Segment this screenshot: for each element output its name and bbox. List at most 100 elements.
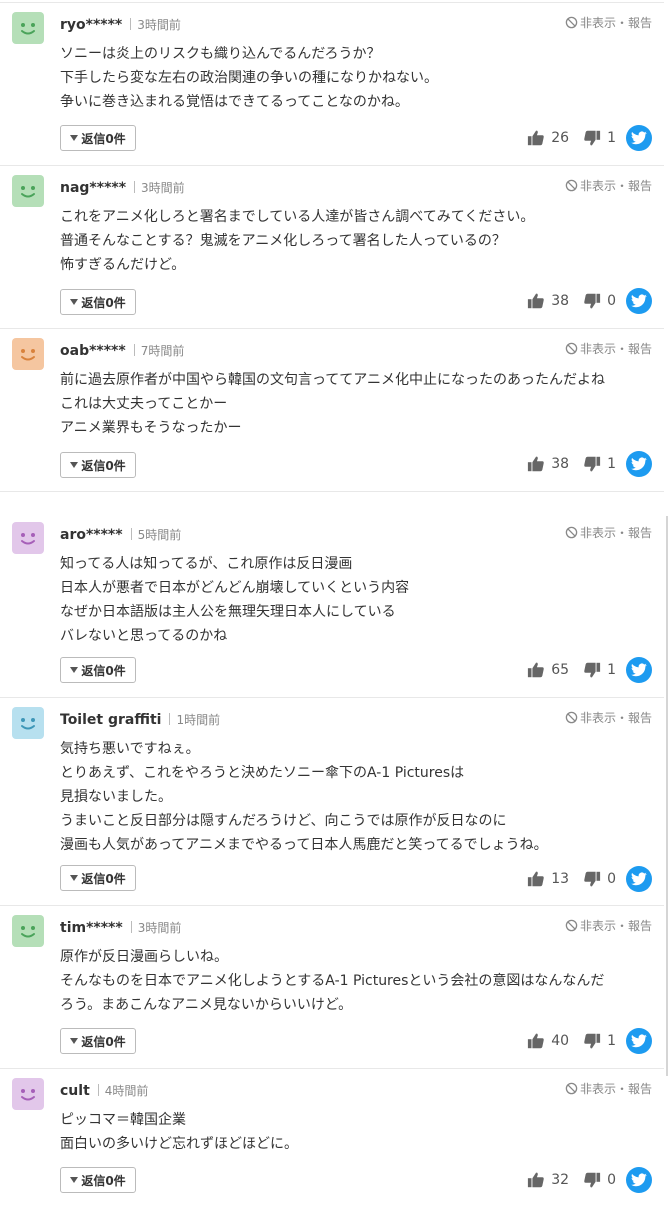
dislike-count: 0: [607, 1172, 616, 1188]
reply-button[interactable]: 返信0件: [60, 657, 136, 683]
like-count: 13: [551, 871, 570, 887]
reply-button[interactable]: 返信0件: [60, 289, 136, 315]
reply-button[interactable]: 返信0件: [60, 1167, 136, 1193]
like-button[interactable]: 26: [527, 129, 569, 147]
comment-feed: ryo***** 3時間前 非表示・報告 ソニーは炎上のリスクも織り込んでるんだろ…: [0, 0, 668, 1212]
twitter-icon: [631, 131, 647, 145]
hide-report-link[interactable]: 非表示・報告: [565, 1080, 652, 1097]
vote-bar: 26 1: [527, 125, 652, 151]
like-button[interactable]: 38: [527, 455, 569, 473]
dislike-button[interactable]: 0: [583, 870, 616, 888]
thumbs-down-icon: [584, 293, 601, 309]
username[interactable]: nag*****: [60, 180, 126, 196]
thumbs-down-icon: [584, 1172, 601, 1188]
comment-meta: aro***** 5時間前: [60, 526, 181, 543]
hide-report-label: 非表示・報告: [579, 1082, 652, 1096]
avatar: [12, 915, 44, 947]
meta-separator: [169, 713, 171, 725]
like-button[interactable]: 32: [527, 1171, 569, 1189]
username[interactable]: tim*****: [60, 920, 123, 936]
circle-slash-icon: [565, 342, 578, 355]
thumbs-down-icon: [584, 662, 601, 678]
reply-button[interactable]: 返信0件: [60, 1028, 136, 1054]
comment-meta: oab***** 7時間前: [60, 342, 184, 359]
hide-report-label: 非表示・報告: [579, 711, 652, 725]
caret-down-icon: [70, 462, 79, 468]
like-button[interactable]: 40: [527, 1032, 569, 1050]
twitter-share-button[interactable]: [626, 125, 652, 151]
divider: [0, 165, 664, 166]
dislike-count: 1: [607, 662, 616, 678]
comment-meta: Toilet graffiti 1時間前: [60, 711, 220, 728]
twitter-share-button[interactable]: [626, 657, 652, 683]
divider: [0, 328, 664, 329]
twitter-share-button[interactable]: [626, 288, 652, 314]
twitter-share-button[interactable]: [626, 451, 652, 477]
reply-label: 返信0件: [81, 663, 126, 678]
thumbs-down-icon: [584, 456, 601, 472]
smiley-face-icon: [21, 533, 35, 545]
avatar: [12, 522, 44, 554]
caret-down-icon: [70, 1177, 79, 1183]
hide-report-link[interactable]: 非表示・報告: [565, 14, 652, 31]
reply-button[interactable]: 返信0件: [60, 125, 136, 151]
twitter-share-button[interactable]: [626, 1167, 652, 1193]
dislike-button[interactable]: 0: [583, 1171, 616, 1189]
username[interactable]: aro*****: [60, 527, 123, 543]
avatar: [12, 707, 44, 739]
circle-slash-icon: [565, 16, 578, 29]
meta-separator: [97, 1084, 99, 1096]
comment-text: 気持ち悪いですねぇ。 とりあえず、これをやろうと決めたソニー傘下のA-1 Pic…: [60, 741, 548, 853]
avatar: [12, 175, 44, 207]
username[interactable]: Toilet graffiti: [60, 712, 161, 728]
like-button[interactable]: 65: [527, 661, 569, 679]
username[interactable]: cult: [60, 1083, 90, 1099]
dislike-button[interactable]: 1: [583, 129, 616, 147]
username[interactable]: ryo*****: [60, 17, 122, 33]
divider: [0, 2, 664, 3]
twitter-icon: [631, 663, 647, 677]
reply-label: 返信0件: [81, 295, 126, 310]
like-button[interactable]: 38: [527, 292, 569, 310]
caret-down-icon: [70, 667, 79, 673]
comment-meta: nag***** 3時間前: [60, 179, 185, 196]
reply-label: 返信0件: [81, 1173, 126, 1188]
dislike-button[interactable]: 1: [583, 661, 616, 679]
hide-report-link[interactable]: 非表示・報告: [565, 340, 652, 357]
twitter-share-button[interactable]: [626, 866, 652, 892]
dislike-button[interactable]: 1: [583, 455, 616, 473]
divider: [0, 697, 664, 698]
thumbs-up-icon: [528, 662, 544, 678]
timestamp: 3時間前: [137, 921, 182, 935]
timestamp: 4時間前: [104, 1084, 149, 1098]
hide-report-link[interactable]: 非表示・報告: [565, 709, 652, 726]
comment-text: 原作が反日漫画らしいね。 そんなものを日本でアニメ化しようとするA-1 Pict…: [60, 949, 605, 1013]
smiley-face-icon: [21, 926, 35, 938]
dislike-button[interactable]: 0: [583, 292, 616, 310]
reply-button[interactable]: 返信0件: [60, 452, 136, 478]
comment-text: ピッコマ＝韓国企業 面白いの多いけど忘れずほどほどに。: [60, 1112, 298, 1152]
hide-report-link[interactable]: 非表示・報告: [565, 524, 652, 541]
circle-slash-icon: [565, 1082, 578, 1095]
divider: [0, 905, 664, 906]
meta-separator: [130, 528, 132, 540]
smiley-face-icon: [21, 718, 35, 730]
thumbs-up-icon: [528, 871, 544, 887]
thumbs-up-icon: [528, 130, 544, 146]
reply-button[interactable]: 返信0件: [60, 865, 136, 891]
timestamp: 5時間前: [137, 528, 182, 542]
hide-report-link[interactable]: 非表示・報告: [565, 177, 652, 194]
dislike-button[interactable]: 1: [583, 1032, 616, 1050]
avatar: [12, 12, 44, 44]
vote-bar: 38 0: [527, 288, 652, 314]
thumbs-up-icon: [528, 293, 544, 309]
twitter-share-button[interactable]: [626, 1028, 652, 1054]
divider: [0, 1068, 664, 1069]
circle-slash-icon: [565, 526, 578, 539]
timestamp: 7時間前: [140, 344, 185, 358]
vote-bar: 40 1: [527, 1028, 652, 1054]
username[interactable]: oab*****: [60, 343, 126, 359]
hide-report-link[interactable]: 非表示・報告: [565, 917, 652, 934]
like-button[interactable]: 13: [527, 870, 569, 888]
smiley-face-icon: [21, 186, 35, 198]
